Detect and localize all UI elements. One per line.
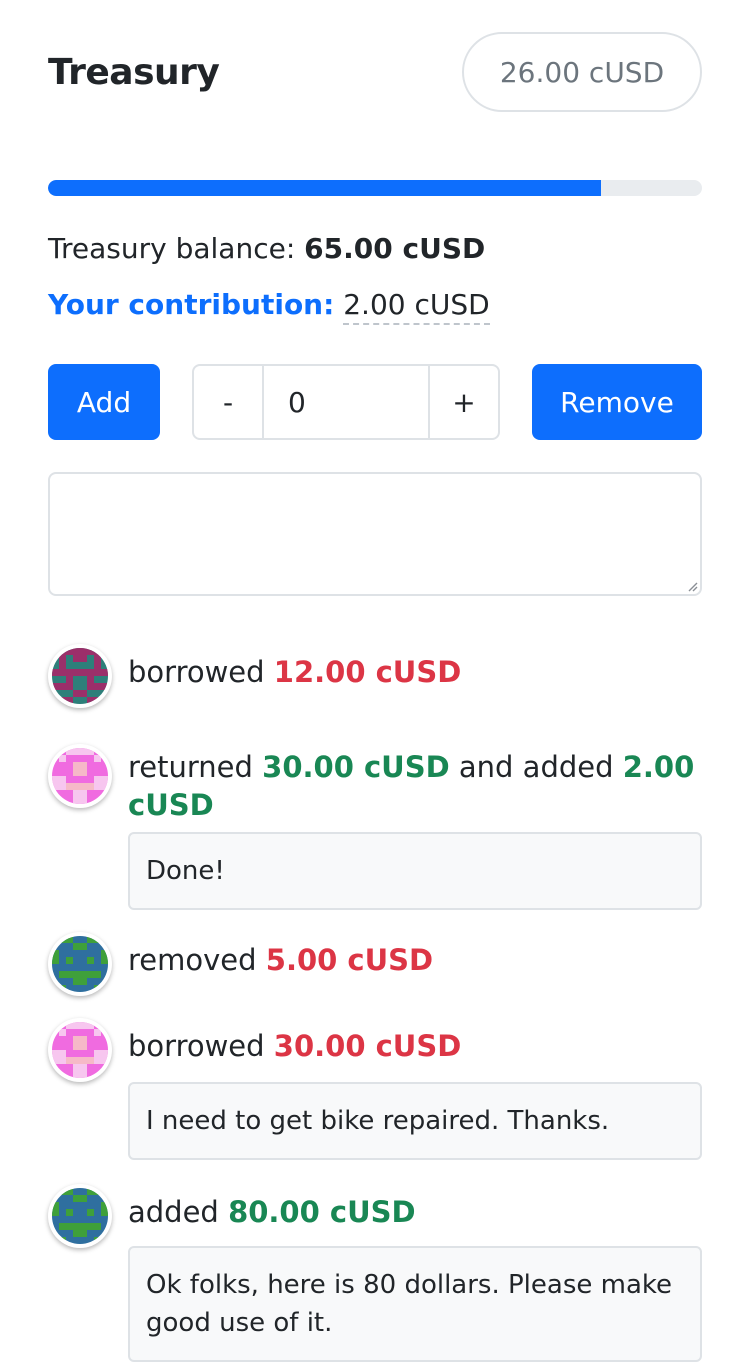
activity-amount: 5.00 cUSD bbox=[265, 943, 434, 977]
activity-text: borrowed 30.00 cUSD bbox=[128, 1027, 702, 1065]
add-button[interactable]: Add bbox=[48, 364, 160, 440]
amount-stepper: - + bbox=[192, 364, 500, 440]
activity-amount: 30.00 cUSD bbox=[273, 1029, 462, 1063]
note-textarea[interactable] bbox=[48, 472, 702, 596]
treasury-progress-bar bbox=[48, 180, 702, 196]
resize-grip-icon[interactable] bbox=[686, 580, 698, 592]
treasury-balance-value: 65.00 cUSD bbox=[304, 232, 486, 265]
remove-button[interactable]: Remove bbox=[532, 364, 702, 440]
avatar-pink-icon bbox=[48, 1018, 112, 1082]
activity-verb: borrowed bbox=[128, 1029, 265, 1063]
avatar-blue-green-icon bbox=[48, 1184, 112, 1248]
activity-verb: returned bbox=[128, 750, 253, 784]
activity-connector: and added bbox=[458, 750, 614, 784]
activity-amount: 12.00 cUSD bbox=[273, 655, 462, 689]
amount-input[interactable] bbox=[262, 366, 430, 438]
treasury-balance-label: Treasury balance: bbox=[48, 232, 296, 265]
avatar-magenta-teal-icon bbox=[48, 644, 112, 708]
avatar-pink-icon bbox=[48, 744, 112, 808]
avatar-blue-green-icon bbox=[48, 932, 112, 996]
decrement-button[interactable]: - bbox=[194, 366, 262, 438]
activity-verb: borrowed bbox=[128, 655, 265, 689]
treasury-balance: Treasury balance: 65.00 cUSD bbox=[48, 232, 485, 265]
activity-note: I need to get bike repaired. Thanks. bbox=[128, 1082, 702, 1160]
balance-pill: 26.00 cUSD bbox=[462, 32, 702, 112]
contribution-label: Your contribution: bbox=[48, 288, 335, 321]
activity-text: returned 30.00 cUSD and added 2.00 cUSD bbox=[128, 748, 702, 824]
page-title: Treasury bbox=[48, 52, 220, 93]
activity-note: Ok folks, here is 80 dollars. Please mak… bbox=[128, 1246, 702, 1362]
activity-text: removed 5.00 cUSD bbox=[128, 941, 702, 979]
activity-amount: 80.00 cUSD bbox=[228, 1195, 416, 1229]
contribution-value[interactable]: 2.00 cUSD bbox=[343, 288, 490, 325]
activity-note: Done! bbox=[128, 832, 702, 910]
your-contribution: Your contribution: 2.00 cUSD bbox=[48, 288, 490, 325]
increment-button[interactable]: + bbox=[430, 366, 498, 438]
activity-verb: removed bbox=[128, 943, 257, 977]
header: Treasury 26.00 cUSD bbox=[48, 32, 702, 116]
activity-text: added 80.00 cUSD bbox=[128, 1193, 702, 1231]
activity-verb: added bbox=[128, 1195, 219, 1229]
activity-amount: 30.00 cUSD bbox=[262, 750, 450, 784]
progress-fill bbox=[48, 180, 601, 196]
activity-text: borrowed 12.00 cUSD bbox=[128, 653, 702, 691]
